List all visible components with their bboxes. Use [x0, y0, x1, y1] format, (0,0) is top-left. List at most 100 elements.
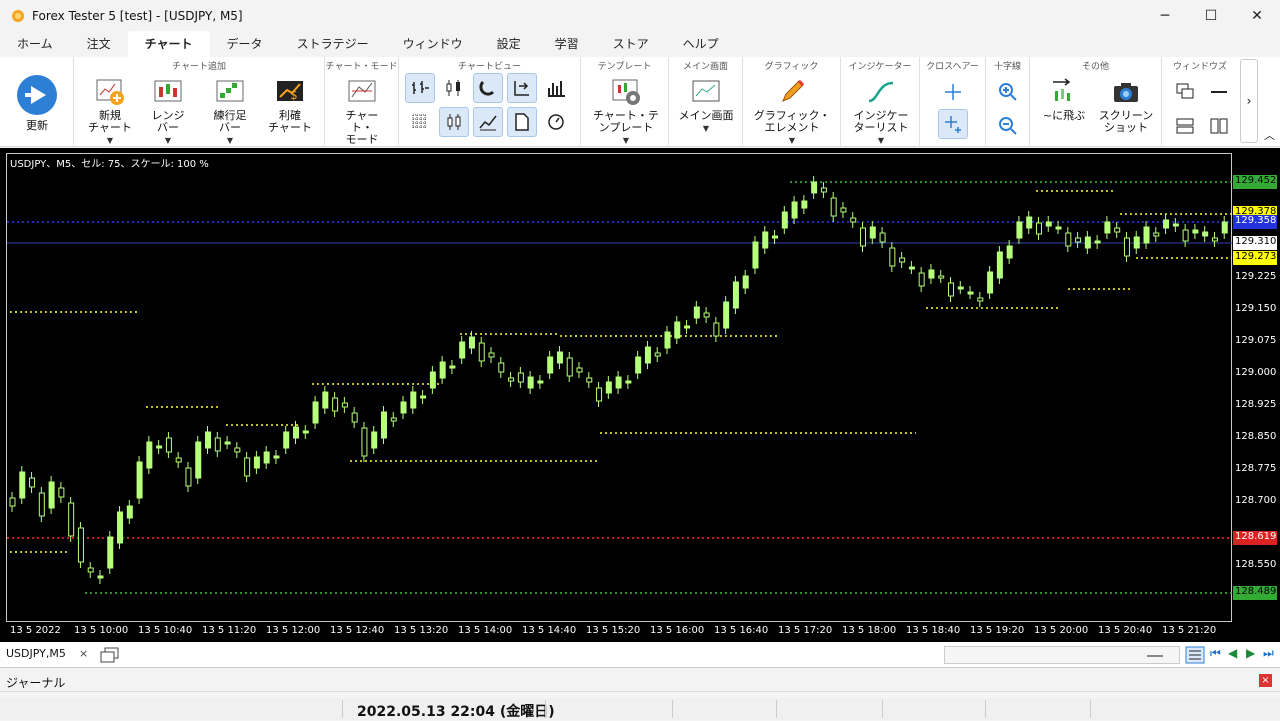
last-page-icon[interactable]: ⏭ [1263, 646, 1274, 661]
chart-template-button[interactable]: チャート・テ ンプレート ▼ [591, 77, 661, 147]
candle [644, 341, 651, 369]
tab-1[interactable]: 注文 [70, 31, 128, 57]
candle [185, 462, 192, 492]
time-tick-label: 13 5 10:40 [138, 625, 193, 636]
time-tick-label: 13 5 14:40 [522, 625, 577, 636]
volume-button[interactable] [541, 73, 571, 103]
time-tick-label: 13 5 13:20 [394, 625, 449, 636]
bar-chart-view-button[interactable] [405, 73, 435, 103]
candle [1192, 224, 1199, 239]
first-page-icon[interactable]: ⏮ [1210, 646, 1221, 661]
tile-vertical-button[interactable] [1204, 111, 1234, 141]
tab-4[interactable]: ストラテジー [280, 31, 386, 57]
tab-2[interactable]: チャート [127, 31, 210, 57]
main-screen-button[interactable]: メイン画面 ▼ [675, 77, 737, 135]
scroll-thumb[interactable] [1147, 655, 1163, 657]
jump-to-button[interactable]: ~に飛ぶ [1036, 77, 1092, 122]
tab-0[interactable]: ホーム [0, 31, 70, 57]
close-button[interactable]: ✕ [1234, 0, 1280, 31]
chart-mode-button[interactable]: チャート・ モード ▼ [339, 77, 385, 159]
candle [508, 372, 515, 387]
line-chart-button[interactable] [473, 107, 503, 137]
profit-chart-button[interactable]: $ 利確 チャート [268, 77, 312, 134]
candle [449, 360, 456, 374]
status-divider [545, 700, 546, 718]
time-tick-label: 13 5 21:20 [1162, 625, 1217, 636]
grid-button[interactable] [405, 107, 435, 137]
candle-view-button[interactable] [439, 107, 469, 137]
candle [781, 206, 788, 234]
line-chart-icon [479, 115, 497, 131]
price-tick-label: 129.150 [1235, 303, 1277, 314]
crosshair-button[interactable] [938, 77, 968, 107]
chevron-down-icon: ▼ [877, 136, 885, 145]
price-badge: 128.489 [1233, 586, 1277, 600]
maximize-button[interactable]: ☐ [1188, 0, 1234, 31]
minimize-button[interactable]: ─ [1142, 0, 1188, 31]
magnet-button[interactable] [473, 73, 503, 103]
tab-6[interactable]: 設定 [480, 31, 538, 57]
ribbon-scroll-right-button[interactable]: › [1240, 59, 1258, 143]
candle [947, 277, 954, 302]
renko-bar-button[interactable]: 練行足 バー ▼ [208, 77, 252, 147]
shift-chart-button[interactable] [507, 73, 537, 103]
chart-tab-usdjpy[interactable]: USDJPY,M5 [6, 647, 66, 660]
chart-options-button[interactable] [541, 107, 571, 137]
tab-8[interactable]: ストア [596, 31, 666, 57]
horizontal-scrollbar[interactable] [944, 646, 1180, 664]
candle [156, 440, 163, 454]
graphic-element-button[interactable]: グラフィック・ エレメント ▼ [753, 77, 831, 147]
new-chart-button[interactable]: 新規 チャート ▼ [88, 77, 132, 147]
tab-7[interactable]: 学習 [538, 31, 596, 57]
candle [302, 425, 309, 439]
price-badge: 129.358 [1233, 215, 1277, 229]
candle [850, 212, 857, 228]
chevron-down-icon: ▼ [702, 124, 710, 133]
candle [752, 236, 759, 274]
range-bar-button[interactable]: レンジ バー ▼ [146, 77, 190, 147]
chart-list-icon[interactable] [1185, 646, 1205, 664]
zoom-in-button[interactable] [993, 77, 1023, 107]
chevron-down-icon: ▼ [106, 136, 114, 145]
candle [478, 337, 485, 367]
chart-tab-bar: USDJPY,M5 × ⏮ ◀ ▶ ⏭ [0, 642, 1280, 668]
next-icon[interactable]: ▶ [1246, 646, 1255, 660]
candle [390, 412, 397, 427]
close-tab-icon[interactable]: × [79, 647, 88, 660]
candle [860, 222, 867, 252]
screenshot-button[interactable]: スクリーン ショット [1096, 77, 1156, 134]
candle [723, 296, 730, 334]
candle [175, 452, 182, 468]
document-button[interactable] [507, 107, 537, 137]
candle [312, 396, 319, 429]
candle [410, 386, 417, 414]
collapse-ribbon-button[interactable]: ︿ [1264, 127, 1275, 143]
group-windows: ウィンドウズ [1162, 57, 1238, 147]
group-update: 更新 [0, 57, 74, 147]
zoom-out-button[interactable] [993, 111, 1023, 141]
candle [107, 531, 114, 574]
crosshair-data-button[interactable] [938, 109, 968, 139]
candle [1202, 226, 1209, 242]
candle [1016, 216, 1023, 244]
status-divider [985, 700, 986, 718]
candle [899, 252, 906, 268]
price-chart[interactable]: USDJPY、M5、セル: 75、スケール: 100 % 129.225 129.… [0, 148, 1280, 642]
indicator-list-button[interactable]: インジケー ターリスト ▼ [849, 77, 913, 147]
tab-3[interactable]: データ [210, 31, 280, 57]
candle [1172, 218, 1179, 232]
prev-icon[interactable]: ◀ [1228, 646, 1237, 660]
tab-5[interactable]: ウィンドウ [386, 31, 480, 57]
candle [576, 362, 583, 378]
new-window-icon[interactable] [100, 647, 120, 663]
status-bar: 2022.05.13 22:04 (金曜日) [0, 698, 1280, 720]
cascade-windows-button[interactable] [1170, 77, 1200, 107]
minimize-windows-button[interactable] [1204, 77, 1234, 107]
candle [244, 452, 251, 482]
journal-close-button[interactable]: × [1259, 674, 1272, 687]
candle [547, 351, 554, 379]
tile-horizontal-button[interactable] [1170, 111, 1200, 141]
tab-9[interactable]: ヘルプ [666, 31, 736, 57]
candlestick-view-button[interactable] [439, 73, 469, 103]
update-button[interactable]: 更新 [12, 73, 62, 132]
